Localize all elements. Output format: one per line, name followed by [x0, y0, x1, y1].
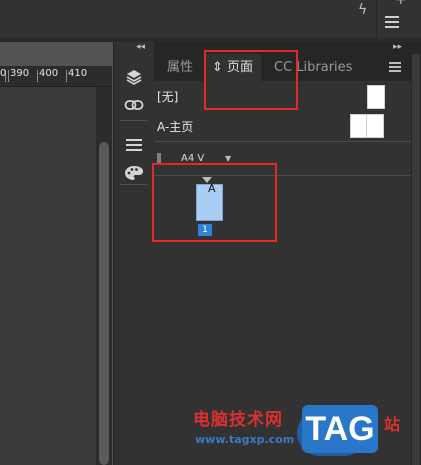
watermark-url: www.tagxp.com — [195, 433, 295, 446]
panel-scrollbar-thumb[interactable] — [412, 54, 420, 465]
lines-menu-icon[interactable] — [122, 134, 146, 156]
a-master-label[interactable]: A-主页 — [157, 118, 193, 135]
toolbar-divider — [120, 120, 148, 121]
ruler-tick — [8, 70, 9, 82]
none-master-thumbnail[interactable] — [367, 85, 385, 109]
none-master-label[interactable]: [无] — [157, 88, 178, 105]
highlight-box-page-thumbnail — [152, 163, 277, 242]
ruler-tick — [37, 70, 38, 82]
layers-icon[interactable] — [122, 66, 146, 88]
a-master-left-page-thumbnail[interactable] — [350, 114, 367, 138]
collapse-left-icon[interactable]: ◂◂ — [136, 42, 145, 52]
toolbar-divider — [120, 184, 148, 185]
watermark-site-name: 电脑技术网 — [193, 410, 283, 430]
links-icon[interactable] — [122, 94, 146, 116]
highlight-box-pages-tab — [204, 50, 298, 110]
size-indicator — [157, 153, 161, 163]
top-bar-divider — [376, 0, 377, 38]
ruler-label: 0 — [0, 68, 7, 79]
a-master-right-page-thumbnail[interactable] — [366, 114, 384, 138]
ruler-label: 390 — [10, 68, 30, 79]
chevron-down-icon[interactable]: ▼ — [225, 154, 231, 163]
collapse-right-icon[interactable]: ▸▸ — [393, 42, 402, 52]
ruler-tick — [66, 70, 67, 82]
panel-icon-toolbar — [113, 42, 155, 465]
vertical-scrollbar-thumb[interactable] — [99, 142, 109, 465]
ruler-label: 410 — [68, 68, 88, 79]
plus-icon[interactable]: + — [395, 0, 407, 8]
section-divider — [154, 141, 411, 142]
ruler-label: 400 — [39, 68, 59, 79]
palette-icon[interactable] — [122, 162, 146, 184]
tab-properties[interactable]: 属性 — [159, 54, 201, 81]
watermark-tag-logo: TAG — [302, 405, 378, 453]
document-canvas[interactable] — [0, 87, 96, 465]
watermark-suffix: 站 — [384, 415, 401, 434]
hamburger-menu-icon[interactable] — [385, 16, 399, 28]
lightning-icon[interactable]: ϟ — [358, 2, 367, 18]
horizontal-ruler: 0 390 400 410 — [0, 66, 112, 87]
panel-menu-icon[interactable] — [389, 62, 401, 72]
